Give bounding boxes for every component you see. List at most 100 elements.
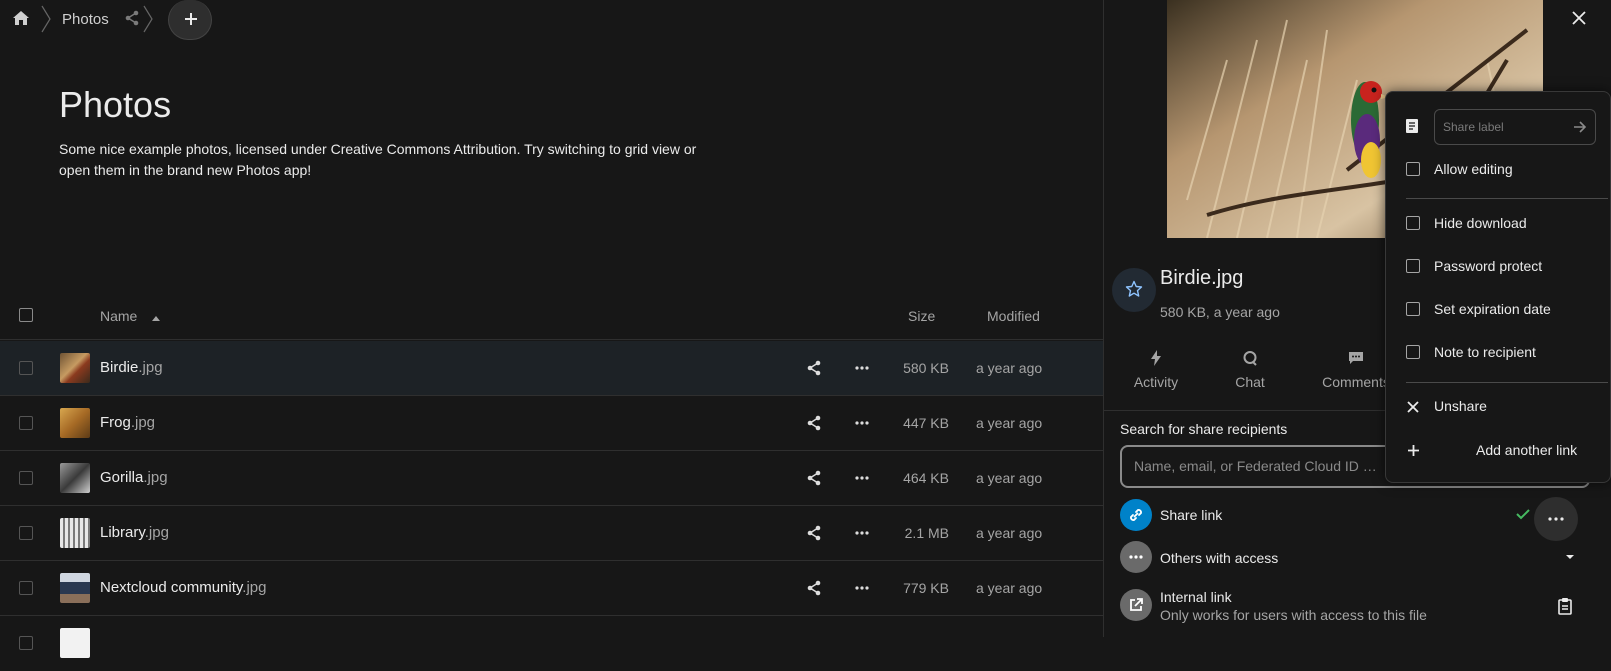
star-icon bbox=[1125, 280, 1143, 297]
share-icon[interactable] bbox=[806, 470, 822, 486]
add-another-link-option[interactable]: Add another link bbox=[1386, 431, 1611, 471]
comment-icon bbox=[1349, 352, 1363, 364]
folder-title: Photos bbox=[59, 84, 172, 125]
password-protect-checkbox[interactable] bbox=[1406, 259, 1420, 273]
file-thumbnail bbox=[60, 628, 90, 658]
chevron-right-icon bbox=[41, 5, 51, 33]
row-checkbox[interactable] bbox=[19, 636, 33, 650]
search-recipients-label: Search for share recipients bbox=[1120, 421, 1288, 437]
file-name[interactable]: Frog.jpg bbox=[100, 414, 155, 431]
more-icon bbox=[1548, 517, 1564, 521]
file-size: 464 KB bbox=[903, 470, 949, 486]
file-name[interactable]: Library.jpg bbox=[100, 524, 169, 541]
new-button[interactable] bbox=[168, 0, 212, 40]
unshare-option[interactable]: Unshare bbox=[1386, 387, 1611, 427]
hide-download-option[interactable]: Hide download bbox=[1386, 204, 1611, 244]
share-label-input[interactable]: Share label bbox=[1434, 109, 1596, 145]
others-access-label[interactable]: Others with access bbox=[1160, 550, 1278, 566]
file-modified: a year ago bbox=[976, 580, 1043, 596]
close-icon[interactable] bbox=[1569, 8, 1589, 28]
select-all-checkbox[interactable] bbox=[19, 308, 33, 322]
file-size: 580 KB bbox=[903, 360, 949, 376]
file-name[interactable]: Gorilla.jpg bbox=[100, 469, 168, 486]
column-size[interactable]: Size bbox=[908, 308, 935, 324]
document-icon bbox=[1406, 119, 1418, 133]
file-thumbnail bbox=[60, 408, 90, 438]
close-icon bbox=[1407, 401, 1419, 413]
file-thumbnail bbox=[60, 518, 90, 548]
file-modified: a year ago bbox=[976, 415, 1043, 431]
table-header: Name Size Modified bbox=[0, 294, 1103, 340]
tab-chat[interactable]: Chat bbox=[1230, 350, 1270, 390]
row-checkbox[interactable] bbox=[19, 526, 33, 540]
more-icon bbox=[1129, 555, 1143, 559]
file-modified: a year ago bbox=[976, 525, 1043, 541]
file-size: 779 KB bbox=[903, 580, 949, 596]
password-protect-option[interactable]: Password protect bbox=[1386, 247, 1611, 287]
others-access-avatar bbox=[1120, 541, 1152, 573]
link-icon bbox=[1130, 509, 1142, 521]
arrow-right-icon[interactable] bbox=[1573, 120, 1587, 134]
lightning-icon bbox=[1151, 350, 1161, 366]
file-thumbnail bbox=[60, 353, 90, 383]
file-thumbnail bbox=[60, 463, 90, 493]
sidebar-filename: Birdie.jpg bbox=[1160, 267, 1244, 289]
table-row[interactable]: Library.jpg 2.1 MB a year ago bbox=[0, 506, 1103, 561]
note-to-recipient-option[interactable]: Note to recipient bbox=[1386, 333, 1611, 373]
set-expiration-checkbox[interactable] bbox=[1406, 302, 1420, 316]
share-icon[interactable] bbox=[806, 415, 822, 431]
table-row[interactable]: Nextcloud community.jpg 779 KB a year ag… bbox=[0, 561, 1103, 616]
internal-link-avatar bbox=[1120, 589, 1152, 621]
tab-comments[interactable]: Comments bbox=[1318, 350, 1394, 390]
chevron-right-icon bbox=[143, 5, 153, 33]
clipboard-icon[interactable] bbox=[1557, 597, 1573, 615]
row-checkbox[interactable] bbox=[19, 416, 33, 430]
sidebar-meta: 580 KB, a year ago bbox=[1160, 304, 1280, 320]
file-name[interactable]: Birdie.jpg bbox=[100, 359, 163, 376]
table-row[interactable]: Gorilla.jpg 464 KB a year ago bbox=[0, 451, 1103, 506]
internal-link-subtitle: Only works for users with access to this… bbox=[1160, 607, 1427, 623]
share-icon[interactable] bbox=[806, 525, 822, 541]
home-icon[interactable] bbox=[12, 9, 30, 27]
share-icon[interactable] bbox=[124, 10, 140, 26]
menu-divider bbox=[1406, 382, 1608, 383]
column-modified[interactable]: Modified bbox=[987, 308, 1040, 324]
external-link-icon bbox=[1130, 598, 1143, 611]
file-name[interactable]: Nextcloud community.jpg bbox=[100, 579, 266, 596]
favorite-button[interactable] bbox=[1112, 268, 1156, 312]
internal-link-label: Internal link bbox=[1160, 589, 1232, 605]
plus-icon bbox=[1408, 445, 1419, 456]
hide-download-checkbox[interactable] bbox=[1406, 216, 1420, 230]
file-modified: a year ago bbox=[976, 470, 1043, 486]
table-row[interactable]: Birdie.jpg 580 KB a year ago bbox=[0, 341, 1103, 396]
file-size: 2.1 MB bbox=[904, 525, 949, 541]
menu-divider bbox=[1406, 198, 1608, 199]
file-size: 447 KB bbox=[903, 415, 949, 431]
check-icon bbox=[1516, 509, 1530, 520]
files-view: Photos Photos Some nice example photos, … bbox=[0, 0, 1103, 658]
row-checkbox[interactable] bbox=[19, 471, 33, 485]
sort-up-icon bbox=[152, 316, 160, 321]
breadcrumb: Photos bbox=[0, 0, 300, 40]
row-checkbox[interactable] bbox=[19, 361, 33, 375]
allow-editing-option[interactable]: Allow editing bbox=[1386, 150, 1611, 190]
row-checkbox[interactable] bbox=[19, 581, 33, 595]
chat-icon bbox=[1243, 351, 1257, 366]
share-link-avatar bbox=[1120, 499, 1152, 531]
share-link-menu: Share label Allow editing Hide download … bbox=[1385, 91, 1611, 483]
folder-description: Some nice example photos, licensed under… bbox=[59, 141, 697, 178]
allow-editing-checkbox[interactable] bbox=[1406, 162, 1420, 176]
caret-down-icon[interactable] bbox=[1565, 554, 1575, 560]
file-modified: a year ago bbox=[976, 360, 1043, 376]
set-expiration-option[interactable]: Set expiration date bbox=[1386, 290, 1611, 330]
tab-activity[interactable]: Activity bbox=[1128, 350, 1184, 390]
share-icon[interactable] bbox=[806, 360, 822, 376]
note-to-recipient-checkbox[interactable] bbox=[1406, 345, 1420, 359]
share-link-label[interactable]: Share link bbox=[1160, 507, 1222, 523]
breadcrumb-photos[interactable]: Photos bbox=[62, 11, 109, 28]
share-icon[interactable] bbox=[806, 580, 822, 596]
share-link-menu-button[interactable] bbox=[1534, 497, 1578, 541]
table-row[interactable] bbox=[0, 616, 1103, 671]
column-name[interactable]: Name bbox=[100, 308, 137, 324]
table-row[interactable]: Frog.jpg 447 KB a year ago bbox=[0, 396, 1103, 451]
